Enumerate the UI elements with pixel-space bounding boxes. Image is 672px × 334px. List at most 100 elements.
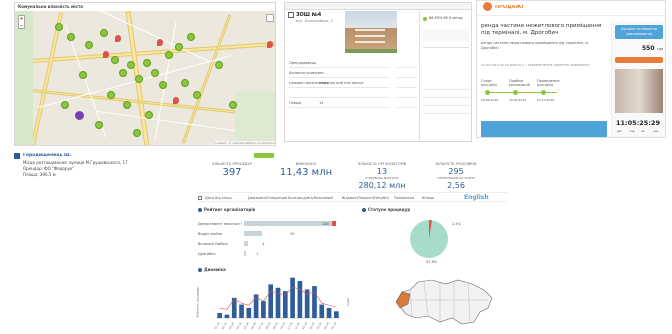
map-canvas[interactable]: + − Leaflet | © OpenStreetMap contributo… xyxy=(15,3,275,145)
map-marker[interactable] xyxy=(127,61,135,69)
map-marker[interactable] xyxy=(151,69,159,77)
object-photo[interactable] xyxy=(345,11,397,53)
map-marker[interactable] xyxy=(107,91,115,99)
map-marker[interactable] xyxy=(95,121,103,129)
calendar-icon xyxy=(198,196,202,200)
dynamics-bar[interactable] xyxy=(261,301,266,318)
zoom-control: + − xyxy=(18,15,25,29)
map-marker[interactable] xyxy=(143,59,151,67)
org-bar[interactable] xyxy=(244,231,262,236)
dynamics-bar[interactable] xyxy=(217,312,222,318)
map-marker[interactable] xyxy=(111,56,119,64)
dynamics-bar[interactable] xyxy=(231,297,237,318)
map-marker[interactable] xyxy=(159,81,167,89)
stat-sub-value: 2,56 xyxy=(447,181,465,190)
map-marker-red[interactable] xyxy=(157,39,163,46)
map-marker-red[interactable] xyxy=(103,51,109,58)
filter-chip[interactable]: Поповнено xyxy=(394,196,414,200)
auction-panel: ПРОДАЖІ ренда частини нежитлового приміщ… xyxy=(476,0,666,138)
filter-chip[interactable]: Відкриті/Закриті(Непубл) xyxy=(342,196,389,200)
org-chart-title: Рейтинг організаторів xyxy=(204,207,256,212)
region-map[interactable] xyxy=(388,272,498,330)
pie-label: 2.4% xyxy=(452,222,461,226)
dynamics-bar[interactable] xyxy=(224,314,230,318)
org-bar[interactable] xyxy=(244,251,246,256)
map-marker[interactable] xyxy=(175,43,183,51)
language-link[interactable]: English xyxy=(464,194,489,202)
map-marker[interactable] xyxy=(187,33,195,41)
zoom-out-button[interactable]: − xyxy=(19,23,24,29)
map-marker[interactable] xyxy=(229,101,237,109)
org-value: 146 xyxy=(322,222,329,226)
brand-logo-icon xyxy=(483,2,492,11)
dynamics-plot[interactable]: 01.18 02.18 03.18 04.18 05.18 06.18 07.18 08.18… xyxy=(213,276,340,330)
dynamics-bar[interactable] xyxy=(334,311,339,318)
map-marker[interactable] xyxy=(181,79,189,87)
x-tick-label: 02.19 xyxy=(308,321,315,330)
auction-desc: ренда частини нежитлового приміщення під… xyxy=(481,41,590,50)
auction-photo[interactable] xyxy=(615,69,663,113)
stats-dashboard: КІЛЬКІСТЬ ПРОЦЕДУР 397 ВИКОНАНО 11,43 мл… xyxy=(195,158,508,332)
dynamics-bar[interactable] xyxy=(268,284,274,318)
x-tick-label: 09.18 xyxy=(272,321,279,330)
building-icon xyxy=(14,153,20,159)
dynamics-bar[interactable] xyxy=(275,287,281,318)
x-tick-label: 06.18 xyxy=(250,321,257,330)
dynamics-bar[interactable] xyxy=(312,286,317,318)
filter-date[interactable]: Дата від кінця xyxy=(205,196,232,200)
map-marker[interactable] xyxy=(165,51,173,59)
filter-chip[interactable]: Кінець xyxy=(422,196,434,200)
auction-status-box: Аукціон оголошено (заплановано) 550 грн … xyxy=(611,21,665,137)
x-tick-label: 03.19 xyxy=(315,321,322,330)
timer-unit: дні xyxy=(617,129,622,133)
owner-line-1: Місце розташування: вулиця М.Грушевськог… xyxy=(23,160,128,165)
org-bar[interactable] xyxy=(244,241,248,246)
org-value: 1 xyxy=(256,252,259,256)
map-marker[interactable] xyxy=(215,61,223,69)
x-tick-label: 05.18 xyxy=(243,321,250,330)
status-pie[interactable] xyxy=(410,220,448,258)
timer-unit: хв xyxy=(641,129,645,133)
map-marker-selected[interactable] xyxy=(75,111,84,120)
x-tick-label: 02.18 xyxy=(221,321,228,330)
map-marker[interactable] xyxy=(55,23,63,31)
timer-unit: год xyxy=(629,129,635,133)
auction-price-unit: грн xyxy=(657,47,664,51)
map-marker[interactable] xyxy=(133,129,141,137)
map-marker-red[interactable] xyxy=(267,41,273,48)
dynamics-bar[interactable] xyxy=(326,307,332,318)
dynamics-bar[interactable] xyxy=(239,304,244,318)
dynamics-bar[interactable] xyxy=(297,281,303,318)
pie-legend: 97.6% xyxy=(426,260,438,264)
owner-name[interactable]: Городищенець Ш. xyxy=(23,153,71,158)
status-button[interactable]: Аукціон оголошено (заплановано) xyxy=(615,25,663,39)
dynamics-bar[interactable] xyxy=(319,304,325,318)
zoom-in-button[interactable]: + xyxy=(19,16,24,23)
map-marker[interactable] xyxy=(135,75,143,83)
map-marker-red[interactable] xyxy=(115,35,121,42)
dynamics-bar[interactable] xyxy=(246,307,252,318)
map-marker[interactable] xyxy=(100,29,108,37)
stage-dot xyxy=(485,90,490,95)
x-tick-label: 08.18 xyxy=(264,321,271,330)
dynamics-bar[interactable] xyxy=(290,277,295,318)
layers-icon[interactable] xyxy=(266,14,274,22)
map-marker[interactable] xyxy=(123,101,131,109)
map-marker[interactable] xyxy=(61,101,69,109)
participate-button[interactable] xyxy=(615,57,663,63)
map-panel: Комунальна власність міста + − Leaflet |… xyxy=(14,2,276,146)
map-marker[interactable] xyxy=(85,41,93,49)
field-value: 14 xyxy=(319,101,324,105)
map-marker[interactable] xyxy=(145,111,153,119)
org-value: 29 xyxy=(290,232,295,236)
map-marker[interactable] xyxy=(79,71,87,79)
x-tick-label: 11.18 xyxy=(286,321,293,330)
map-marker[interactable] xyxy=(193,91,201,99)
map-marker-red[interactable] xyxy=(173,97,179,104)
map-marker[interactable] xyxy=(119,69,127,77)
panel-toolbar xyxy=(285,3,471,10)
filter-chip[interactable]: Державні/Оператори xyxy=(248,196,287,200)
map-marker[interactable] xyxy=(67,33,75,41)
filter-chip[interactable]: Консорціумні/Незалежні xyxy=(288,196,333,200)
object-card-panel: ЗОШ №4 вул. Біляшкевича, 4 Орендодавець … xyxy=(284,2,472,142)
